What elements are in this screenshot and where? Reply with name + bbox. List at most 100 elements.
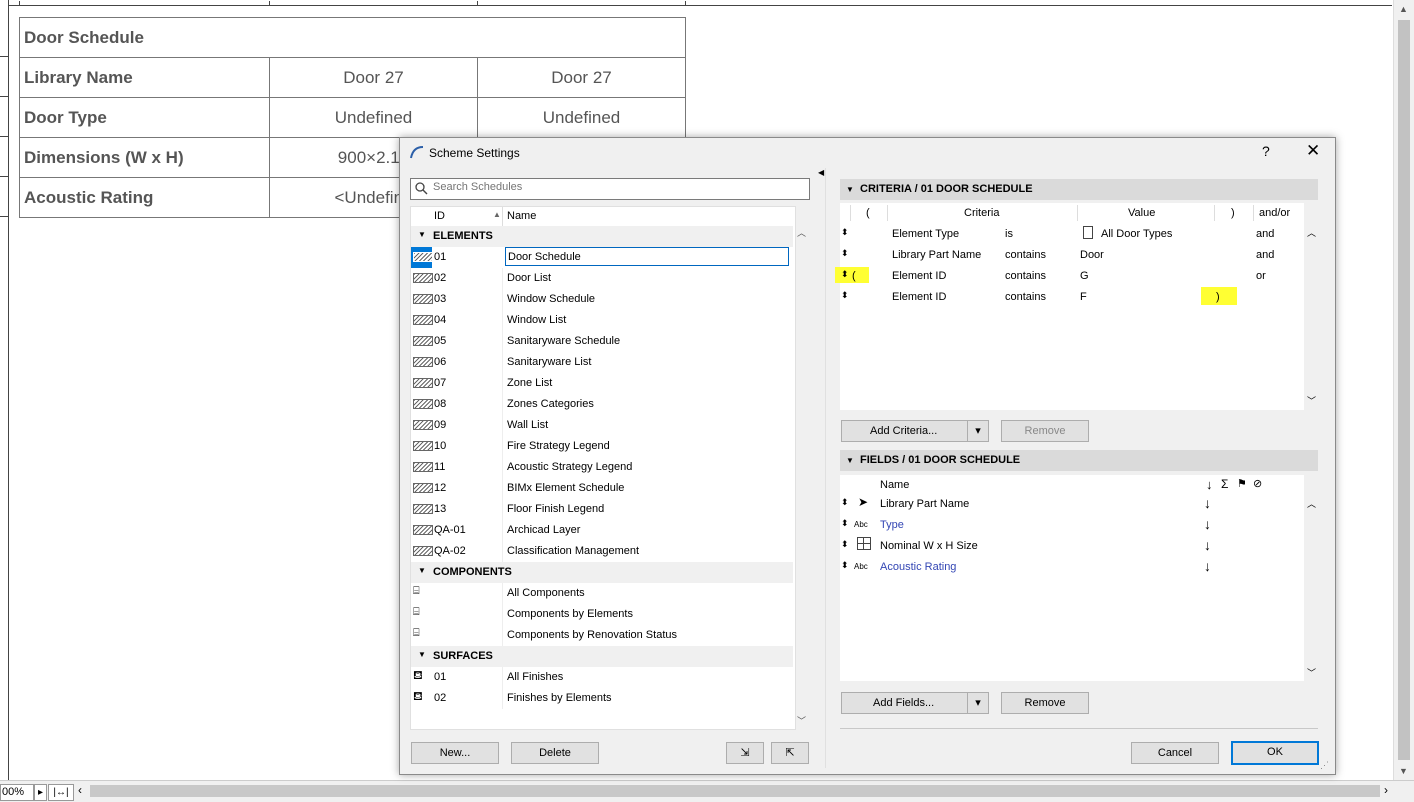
list-item[interactable]: 06 Sanitaryware List [411,352,793,373]
drag-handle-icon[interactable]: ⬍ [841,539,849,550]
fit-width-icon[interactable]: |↔| [48,784,74,801]
sort-icon[interactable]: ↓ [1204,558,1211,574]
scroll-up-icon[interactable]: ︿ [1307,497,1316,510]
scroll-down-icon[interactable]: ▼ [1399,766,1408,776]
criteria-andor[interactable]: or [1256,270,1266,282]
chevron-down-icon[interactable]: ▼ [418,566,426,575]
resize-grip-icon[interactable]: ⋰ [1320,760,1329,771]
criteria-value[interactable]: All Door Types [1101,228,1172,240]
column-header-name[interactable]: Name [507,210,536,222]
remove-criteria-button[interactable]: Remove [1001,420,1089,442]
field-name[interactable]: Nominal W x H Size [880,540,978,552]
criteria-andor[interactable]: and [1256,228,1274,240]
list-item[interactable]: 10 Fire Strategy Legend [411,436,793,457]
scroll-up-icon[interactable]: ︿ [797,226,806,239]
scroll-up-icon[interactable]: ︿ [1307,226,1316,239]
list-item[interactable]: ⛾ 01 All Finishes [411,667,793,688]
chevron-down-icon[interactable]: ▼ [846,450,854,471]
scroll-up-icon[interactable]: ▲ [1399,4,1408,14]
list-item[interactable]: ⌸ Components by Elements [411,604,793,625]
scroll-down-icon[interactable]: ﹀ [1307,666,1316,679]
section-components[interactable]: ▼ COMPONENTS [411,562,793,583]
criteria-operator[interactable]: contains [1005,291,1046,303]
ok-button[interactable]: OK [1231,741,1319,765]
criteria-value[interactable]: F [1080,291,1087,303]
list-item[interactable]: QA-01 Archicad Layer [411,520,793,541]
list-item[interactable]: 04 Window List [411,310,793,331]
add-criteria-button[interactable]: Add Criteria... [841,420,968,442]
remove-fields-button[interactable]: Remove [1001,692,1089,714]
list-item[interactable]: ⛾ 02 Finishes by Elements [411,688,793,709]
list-item[interactable]: QA-02 Classification Management [411,541,793,562]
scroll-left-icon[interactable]: ‹ [78,783,82,797]
section-surfaces[interactable]: ▼ SURFACES [411,646,793,667]
field-name[interactable]: Library Part Name [880,498,969,510]
drag-handle-icon[interactable]: ⬍ [841,560,849,571]
collapse-left-icon[interactable]: ◀ [818,168,824,177]
vertical-scrollbar[interactable]: ▲ ▼ [1393,0,1414,780]
section-elements[interactable]: ▼ ELEMENTS [411,226,793,247]
list-scrollbar[interactable]: ︿ ﹀ [794,226,808,728]
list-item[interactable]: ⌸ All Components [411,583,793,604]
field-name[interactable]: Acoustic Rating [880,561,956,573]
list-item[interactable]: 13 Floor Finish Legend [411,499,793,520]
drag-handle-icon[interactable]: ⬍ [841,497,849,508]
sort-asc-icon[interactable]: ▲ [493,210,501,219]
criteria-field[interactable]: Element ID [892,291,946,303]
criteria-value[interactable]: Door [1080,249,1104,261]
drag-handle-icon[interactable]: ⬍ [841,269,849,280]
help-button[interactable]: ? [1262,143,1270,159]
criteria-panel-header[interactable]: ▼ CRITERIA / 01 DOOR SCHEDULE [840,179,1318,200]
zoom-menu-icon[interactable]: ▸ [34,784,47,801]
drag-handle-icon[interactable]: ⬍ [841,518,849,529]
sort-icon[interactable]: ↓ [1204,495,1211,511]
sort-icon[interactable]: ↓ [1204,516,1211,532]
drag-handle-icon[interactable]: ⬍ [841,248,849,259]
scroll-right-icon[interactable]: › [1384,783,1388,797]
criteria-value[interactable]: G [1080,270,1089,282]
list-item[interactable]: 03 Window Schedule [411,289,793,310]
list-item[interactable]: ⌸ Components by Renovation Status [411,625,793,646]
list-item[interactable]: 02 Door List [411,268,793,289]
field-name[interactable]: Type [880,519,904,531]
zoom-level[interactable]: 00% [0,784,34,801]
scroll-down-icon[interactable]: ﹀ [1307,394,1316,407]
list-item[interactable]: 07 Zone List [411,373,793,394]
chevron-down-icon[interactable]: ▼ [418,230,426,239]
new-button[interactable]: New... [411,742,499,764]
list-item[interactable]: 09 Wall List [411,415,793,436]
chevron-down-icon[interactable]: ▾ [967,420,989,442]
criteria-andor[interactable]: and [1256,249,1274,261]
search-input[interactable] [433,181,803,193]
chevron-down-icon[interactable]: ▼ [418,650,426,659]
criteria-operator[interactable]: contains [1005,270,1046,282]
scroll-thumb[interactable] [1398,20,1410,760]
criteria-field[interactable]: Element Type [892,228,959,240]
drag-handle-icon[interactable]: ⬍ [841,227,849,238]
search-box[interactable] [410,178,810,200]
list-item[interactable]: 11 Acoustic Strategy Legend [411,457,793,478]
export-icon[interactable]: ⇱ [771,742,809,764]
sort-icon[interactable]: ↓ [1204,537,1211,553]
cancel-button[interactable]: Cancel [1131,742,1219,764]
list-item[interactable]: 05 Sanitaryware Schedule [411,331,793,352]
criteria-field[interactable]: Library Part Name [892,249,981,261]
fields-panel-header[interactable]: ▼ FIELDS / 01 DOOR SCHEDULE [840,450,1318,471]
column-header-id[interactable]: ID [434,210,445,222]
close-button[interactable]: ✕ [1306,141,1320,161]
import-icon[interactable]: ⇲ [726,742,764,764]
criteria-close-paren[interactable]: ) [1216,291,1220,303]
chevron-down-icon[interactable]: ▾ [967,692,989,714]
horizontal-scroll-thumb[interactable] [90,785,1380,797]
list-item[interactable]: 08 Zones Categories [411,394,793,415]
scroll-down-icon[interactable]: ﹀ [797,714,806,727]
delete-button[interactable]: Delete [511,742,599,764]
add-fields-button[interactable]: Add Fields... [841,692,968,714]
chevron-down-icon[interactable]: ▼ [846,179,854,200]
item-name[interactable]: Door Schedule [505,247,789,266]
panel-splitter[interactable]: ◀ [817,168,826,768]
list-item[interactable]: 12 BIMx Element Schedule [411,478,793,499]
criteria-operator[interactable]: is [1005,228,1013,240]
criteria-operator[interactable]: contains [1005,249,1046,261]
criteria-field[interactable]: Element ID [892,270,946,282]
